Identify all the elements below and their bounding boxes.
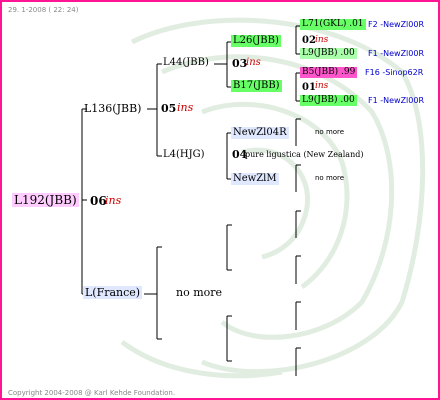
root-node[interactable]: L192(JBB) [12, 193, 79, 207]
sss-ins: ins [315, 35, 329, 45]
sss-node[interactable]: L26(JBB) [231, 35, 281, 47]
sds-node[interactable]: NewZl04R [231, 127, 289, 139]
sdd-node[interactable]: NewZlM [231, 173, 279, 185]
ssd-ins: ins [315, 81, 329, 91]
pedigree-frame: 29. 1-2008 ( 22: 24) L192(JBB) 06 ins L1… [0, 0, 440, 400]
ss-node[interactable]: L44(JBB) [161, 57, 211, 69]
sire-node[interactable]: L136(JBB) [82, 102, 143, 115]
g4-node[interactable]: L9(JBB) .00 [300, 95, 357, 106]
ssd-node[interactable]: B17(JBB) [231, 80, 282, 92]
sire-ins: ins [177, 101, 194, 114]
ss-ins: ins [246, 57, 261, 68]
g2-node[interactable]: L9(JBB) .00 [300, 48, 357, 59]
g1-origin[interactable]: F2 -NewZl00R [368, 21, 424, 29]
print-date: 29. 1-2008 ( 22: 24) [8, 6, 79, 14]
g1-node[interactable]: L71(GKL) .01 [300, 19, 366, 30]
sd-note: pure ligustica (New Zealand) [245, 150, 364, 159]
sd-node[interactable]: L4(HJG) [161, 149, 207, 161]
g3-node[interactable]: B5(JBB) .99 [300, 67, 358, 78]
dam-node[interactable]: L(France) [83, 286, 143, 299]
g3-origin[interactable]: F16 -Sinop62R [365, 69, 423, 77]
copyright: Copyright 2004-2008 @ Karl Kehde Foundat… [8, 389, 176, 397]
g2-origin[interactable]: F1 -NewZl00R [368, 50, 424, 58]
root-ins: ins [105, 194, 122, 207]
sire-year: 05 [161, 102, 177, 115]
dam-note: no more [176, 286, 223, 299]
g4-origin[interactable]: F1 -NewZl00R [368, 97, 424, 105]
sds-note: no more [315, 128, 345, 136]
sdd-note: no more [315, 174, 345, 182]
